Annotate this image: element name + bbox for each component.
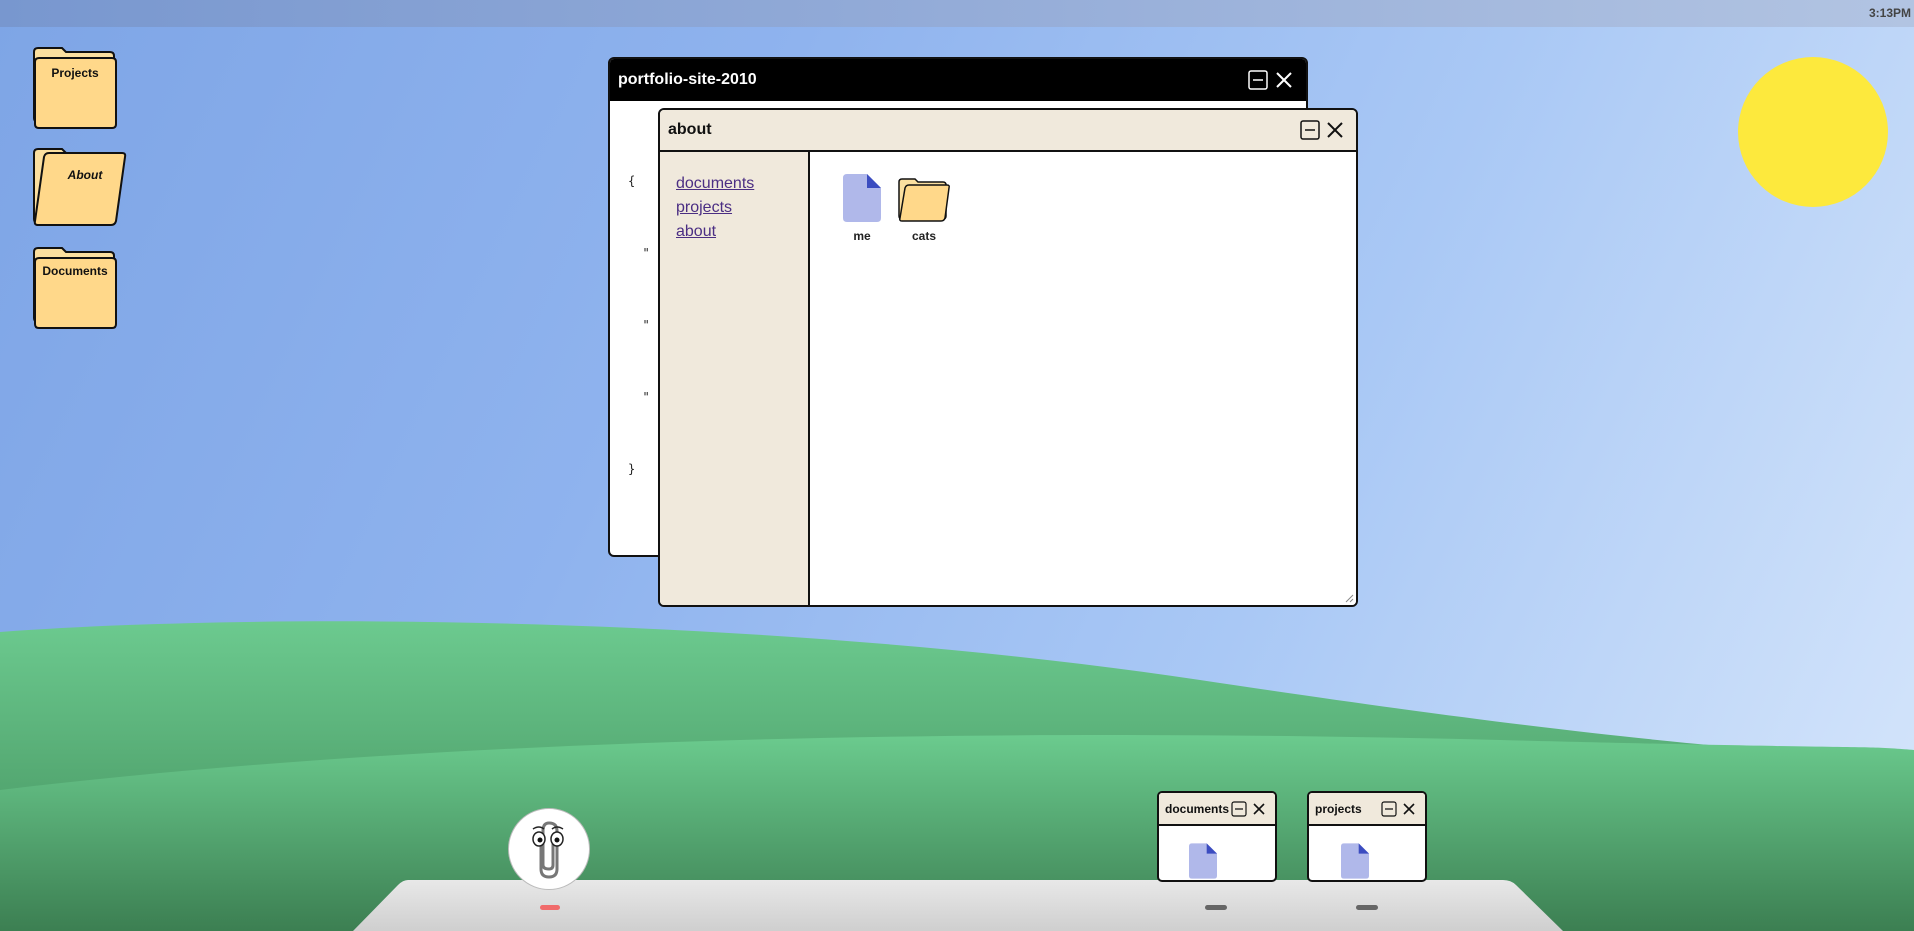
close-icon [1276,72,1292,88]
json-line: } [628,462,636,476]
folder-icon [33,247,117,329]
paperclip-icon [532,821,564,879]
sidebar-link-documents[interactable]: documents [676,172,808,196]
close-button[interactable] [1274,70,1294,90]
preview-title: projects [1315,802,1362,816]
document-icon [1189,843,1217,879]
taskbar-indicator-active [540,905,560,910]
json-content: { " " " } [628,121,657,529]
json-line: " [628,390,650,404]
minimize-icon [1300,120,1320,140]
folder-open-icon [33,148,127,226]
taskbar-indicator [1356,905,1378,910]
preview-title: documents [1165,802,1230,816]
document-icon [1341,843,1369,879]
json-line: " [628,318,650,332]
sidebar-link-about[interactable]: about [676,220,808,244]
folder-icon [898,178,950,222]
desktop-icon-label: Documents [42,264,108,278]
sidebar-link-projects[interactable]: projects [676,196,808,220]
minimize-button[interactable] [1300,120,1320,140]
desktop-icon-about[interactable]: About [32,147,127,237]
file-me[interactable]: me [832,174,892,243]
sidebar: documents projects about [660,152,810,605]
taskbar-preview-documents[interactable]: documents [1157,791,1277,882]
window-titlebar[interactable]: portfolio-site-2010 [610,59,1306,101]
minimize-icon [1381,801,1397,817]
json-line: { [628,174,636,188]
minimize-button[interactable] [1248,70,1268,90]
close-icon [1327,122,1343,138]
folder-icon [33,47,117,129]
taskbar-preview-projects[interactable]: projects [1307,791,1427,882]
minimize-button[interactable] [1231,801,1247,817]
preview-titlebar: documents [1159,793,1275,826]
close-button[interactable] [1251,801,1267,817]
close-button[interactable] [1401,801,1417,817]
menubar: 3:13PM [0,0,1914,27]
document-icon [843,174,881,222]
window-about[interactable]: about documents projects about me cats [658,108,1358,607]
desktop-icon-projects[interactable]: Projects [32,46,122,136]
json-line: " [628,246,650,260]
file-name: cats [911,229,937,243]
clippy-assistant-button[interactable] [508,808,590,890]
desktop-icon-label: About [67,168,103,182]
folder-cats[interactable]: cats [894,178,954,243]
sun-decoration [1738,57,1888,207]
close-button[interactable] [1325,120,1345,140]
minimize-button[interactable] [1381,801,1397,817]
close-icon [1403,803,1415,815]
minimize-icon [1248,70,1268,90]
desktop-icon-label: Projects [51,66,99,80]
window-titlebar[interactable]: about [660,110,1356,152]
preview-titlebar: projects [1309,793,1425,826]
clock: 3:13PM [1868,6,1911,20]
desktop-icon-documents[interactable]: Documents [32,246,122,336]
resize-grip-icon[interactable] [1344,593,1354,603]
close-icon [1253,803,1265,815]
taskbar-indicator [1205,905,1227,910]
file-view: me cats [812,152,1356,605]
minimize-icon [1231,801,1247,817]
window-title: portfolio-site-2010 [618,71,757,88]
file-name: me [853,229,871,243]
window-title: about [668,121,712,138]
